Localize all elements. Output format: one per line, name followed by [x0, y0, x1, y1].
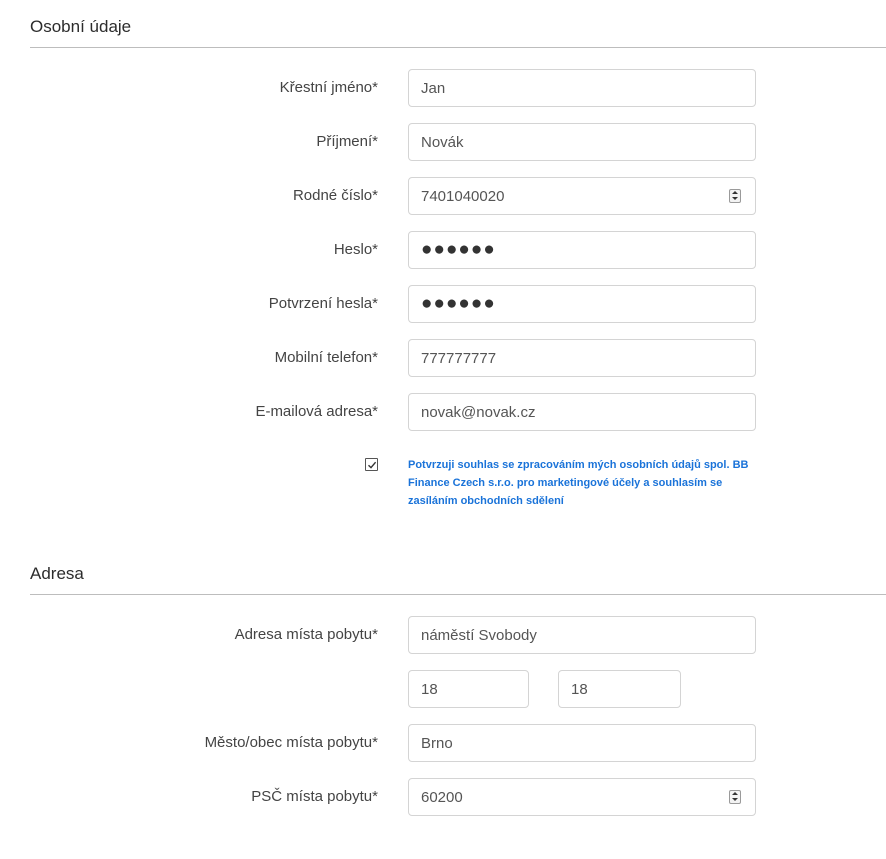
city-input[interactable] — [421, 725, 743, 761]
password-confirm-field — [408, 285, 756, 323]
spinner-down-icon[interactable] — [730, 196, 740, 202]
first-name-label: Křestní jméno* — [279, 79, 378, 96]
first-name-input[interactable] — [421, 70, 743, 106]
password-input[interactable] — [421, 232, 743, 268]
first-name-field — [408, 69, 756, 107]
section-title-address: Adresa — [30, 564, 84, 583]
password-label: Heslo* — [333, 241, 378, 258]
zip-input[interactable] — [421, 779, 743, 815]
street-input[interactable] — [421, 617, 743, 653]
email-label: E-mailová adresa* — [255, 403, 378, 420]
zip-label: PSČ místa pobytu* — [251, 788, 378, 805]
orientation-number-input[interactable] — [571, 671, 668, 707]
street-label: Adresa místa pobytu* — [234, 626, 378, 643]
house-number-input[interactable] — [421, 671, 516, 707]
last-name-field — [408, 123, 756, 161]
consent-checkbox[interactable] — [365, 458, 378, 471]
spinner-down-icon[interactable] — [730, 797, 740, 803]
section-divider — [30, 594, 886, 595]
mobile-input[interactable] — [421, 340, 743, 376]
password-confirm-input[interactable] — [421, 286, 743, 322]
consent-text[interactable]: Potvrzuji souhlas se zpracováním mých os… — [408, 456, 768, 510]
email-input[interactable] — [421, 394, 743, 430]
zip-field — [408, 778, 756, 816]
mobile-label: Mobilní telefon* — [274, 349, 378, 366]
mobile-field — [408, 339, 756, 377]
password-confirm-label: Potvrzení hesla* — [268, 295, 378, 312]
section-divider — [30, 47, 886, 48]
house-number-field — [408, 670, 529, 708]
birth-number-input[interactable] — [421, 178, 743, 214]
birth-number-field — [408, 177, 756, 215]
city-label: Město/obec místa pobytu* — [204, 734, 378, 751]
email-field — [408, 393, 756, 431]
city-field — [408, 724, 756, 762]
section-title-personal: Osobní údaje — [30, 17, 132, 36]
checkmark-icon — [368, 461, 377, 469]
last-name-input[interactable] — [421, 124, 743, 160]
number-spinner-icon[interactable] — [729, 189, 741, 203]
last-name-label: Příjmení* — [316, 133, 378, 150]
street-field — [408, 616, 756, 654]
birth-number-label: Rodné číslo* — [292, 187, 378, 204]
password-field — [408, 231, 756, 269]
number-spinner-icon[interactable] — [729, 790, 741, 804]
orientation-number-field — [558, 670, 681, 708]
